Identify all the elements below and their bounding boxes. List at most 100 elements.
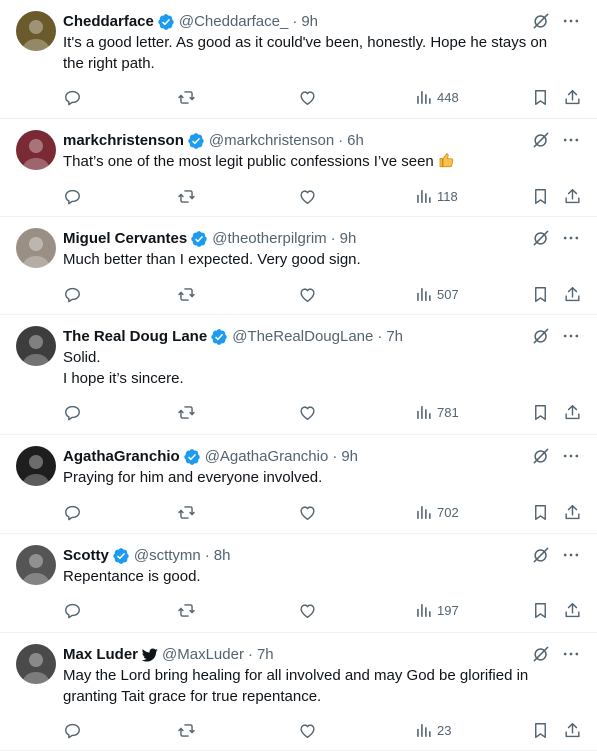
timestamp[interactable]: 9h <box>341 447 358 467</box>
bookmark-button[interactable] <box>531 403 550 422</box>
views-button[interactable]: 448 <box>414 88 459 107</box>
user-handle[interactable]: @scttymn <box>134 546 201 566</box>
share-button[interactable] <box>563 721 582 740</box>
tweet[interactable]: Scotty @scttymn · 8h Repentance is good.… <box>0 534 597 633</box>
like-button[interactable] <box>298 88 317 107</box>
share-button[interactable] <box>563 503 582 522</box>
reply-button[interactable] <box>63 285 82 304</box>
tweet[interactable]: markchristenson @markchristenson · 6h Th… <box>0 119 597 217</box>
reply-icon <box>63 88 82 107</box>
avatar[interactable] <box>16 545 56 585</box>
verified-badge-icon <box>112 547 130 565</box>
timestamp[interactable]: 7h <box>257 645 274 665</box>
tweet-text-content: Repentance is good. <box>63 568 201 585</box>
timestamp[interactable]: 6h <box>347 131 364 151</box>
tweet-text: May the Lord bring healing for all invol… <box>63 665 557 707</box>
views-button[interactable]: 118 <box>414 187 458 206</box>
more-options-icon[interactable] <box>561 11 581 31</box>
tweet-text-content: That’s one of the most legit public conf… <box>63 153 434 170</box>
reply-button[interactable] <box>63 601 82 620</box>
user-handle[interactable]: @Cheddarface_ <box>179 12 288 32</box>
tweet-text: Solid. I hope it’s sincere. <box>63 347 557 389</box>
bookmark-button[interactable] <box>531 88 550 107</box>
heart-icon <box>298 721 317 740</box>
more-options-icon[interactable] <box>561 446 581 466</box>
views-button[interactable]: 507 <box>414 285 459 304</box>
retweet-icon <box>177 503 196 522</box>
views-button[interactable]: 197 <box>414 601 459 620</box>
avatar[interactable] <box>16 130 56 170</box>
share-button[interactable] <box>563 601 582 620</box>
tweet[interactable]: Miguel Cervantes @theotherpilgrim · 9h M… <box>0 217 597 315</box>
avatar[interactable] <box>16 644 56 684</box>
share-button[interactable] <box>563 285 582 304</box>
timestamp[interactable]: 7h <box>386 327 403 347</box>
grok-icon[interactable] <box>531 326 551 346</box>
display-name[interactable]: Miguel Cervantes <box>63 229 187 249</box>
like-button[interactable] <box>298 403 317 422</box>
user-handle[interactable]: @AgathaGranchio <box>205 447 329 467</box>
tweet[interactable]: Cheddarface @Cheddarface_ · 9h It's a go… <box>0 0 597 119</box>
display-name[interactable]: markchristenson <box>63 131 184 151</box>
more-options-icon[interactable] <box>561 130 581 150</box>
retweet-button[interactable] <box>177 88 196 107</box>
display-name[interactable]: Scotty <box>63 546 109 566</box>
tweet-text-content: Solid. I hope it’s sincere. <box>63 349 184 387</box>
share-button[interactable] <box>563 403 582 422</box>
user-handle[interactable]: @theotherpilgrim <box>212 229 326 249</box>
grok-icon[interactable] <box>531 644 551 664</box>
user-handle[interactable]: @TheRealDougLane <box>232 327 373 347</box>
avatar[interactable] <box>16 446 56 486</box>
more-options-icon[interactable] <box>561 545 581 565</box>
grok-icon[interactable] <box>531 545 551 565</box>
grok-icon[interactable] <box>531 130 551 150</box>
timestamp[interactable]: 9h <box>340 229 357 249</box>
tweet[interactable]: The Real Doug Lane @TheRealDougLane · 7h… <box>0 315 597 435</box>
user-handle[interactable]: @markchristenson <box>209 131 334 151</box>
retweet-button[interactable] <box>177 187 196 206</box>
like-button[interactable] <box>298 503 317 522</box>
grok-icon[interactable] <box>531 446 551 466</box>
reply-button[interactable] <box>63 187 82 206</box>
bookmark-button[interactable] <box>531 285 550 304</box>
retweet-button[interactable] <box>177 503 196 522</box>
bookmark-button[interactable] <box>531 721 550 740</box>
more-options-icon[interactable] <box>561 228 581 248</box>
more-options-icon[interactable] <box>561 644 581 664</box>
views-button[interactable]: 781 <box>414 403 459 422</box>
grok-icon[interactable] <box>531 228 551 248</box>
like-button[interactable] <box>298 285 317 304</box>
share-button[interactable] <box>563 88 582 107</box>
grok-icon[interactable] <box>531 11 551 31</box>
retweet-button[interactable] <box>177 285 196 304</box>
views-button[interactable]: 702 <box>414 503 459 522</box>
share-button[interactable] <box>563 187 582 206</box>
tweet[interactable]: AgathaGranchio @AgathaGranchio · 9h Pray… <box>0 435 597 534</box>
avatar[interactable] <box>16 11 56 51</box>
display-name[interactable]: AgathaGranchio <box>63 447 180 467</box>
avatar[interactable] <box>16 228 56 268</box>
display-name[interactable]: Cheddarface <box>63 12 154 32</box>
avatar[interactable] <box>16 326 56 366</box>
timestamp[interactable]: 9h <box>301 12 318 32</box>
like-button[interactable] <box>298 601 317 620</box>
like-button[interactable] <box>298 187 317 206</box>
bookmark-button[interactable] <box>531 503 550 522</box>
retweet-button[interactable] <box>177 403 196 422</box>
reply-button[interactable] <box>63 88 82 107</box>
reply-button[interactable] <box>63 403 82 422</box>
user-handle[interactable]: @MaxLuder <box>162 645 244 665</box>
reply-button[interactable] <box>63 721 82 740</box>
views-button[interactable]: 23 <box>414 721 451 740</box>
like-button[interactable] <box>298 721 317 740</box>
display-name[interactable]: The Real Doug Lane <box>63 327 207 347</box>
retweet-button[interactable] <box>177 601 196 620</box>
display-name[interactable]: Max Luder <box>63 645 138 665</box>
bookmark-button[interactable] <box>531 601 550 620</box>
more-options-icon[interactable] <box>561 326 581 346</box>
retweet-button[interactable] <box>177 721 196 740</box>
bookmark-button[interactable] <box>531 187 550 206</box>
reply-button[interactable] <box>63 503 82 522</box>
tweet[interactable]: Max Luder @MaxLuder · 7h May the Lord br… <box>0 633 597 751</box>
timestamp[interactable]: 8h <box>214 546 231 566</box>
